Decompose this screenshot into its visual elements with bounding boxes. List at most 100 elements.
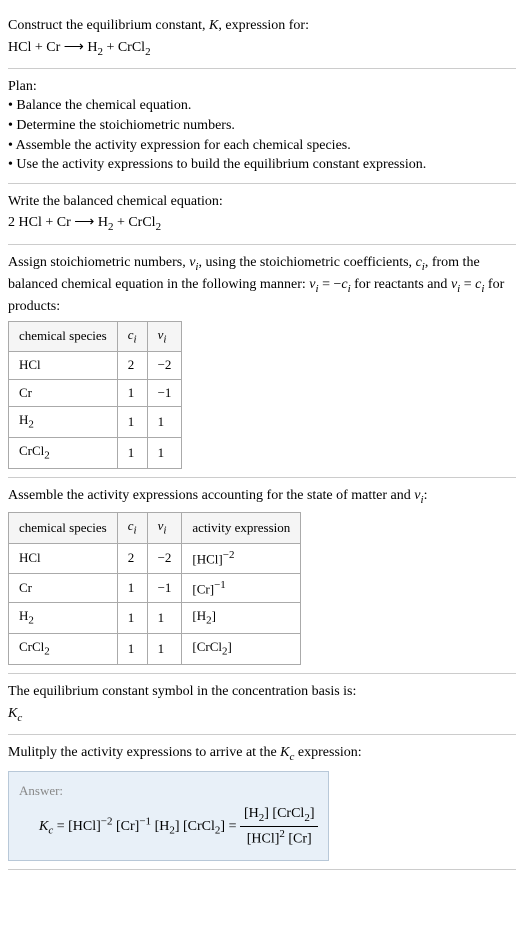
activity-table: chemical species ci νi activity expressi… <box>8 512 301 665</box>
act-base: [HCl] <box>192 551 222 566</box>
table-row: Cr 1 −1 [Cr]−1 <box>9 573 301 603</box>
th-ci: ci <box>117 321 147 352</box>
symbol-text: The equilibrium constant symbol in the c… <box>8 682 516 702</box>
ans-sup1: −2 <box>101 815 113 827</box>
multiply-text: Mulitply the activity expressions to arr… <box>8 743 516 765</box>
colon: : <box>424 488 428 503</box>
stoich-text: Assign stoichiometric numbers, νi, using… <box>8 253 516 317</box>
answer-box: Answer: Kc = [HCl]−2 [Cr]−1 [H2] [CrCl2]… <box>8 771 329 861</box>
table-row: CrCl2 1 1 <box>9 437 182 468</box>
intro-text-b: , expression for: <box>218 18 309 33</box>
stoich-t4: for reactants and <box>351 277 451 292</box>
cell-species: Cr <box>9 573 118 603</box>
answer-equation: Kc = [HCl]−2 [Cr]−1 [H2] [CrCl2] = [H2] … <box>19 804 318 849</box>
eq-h2: H <box>87 40 97 55</box>
cell-species: HCl <box>9 352 118 379</box>
eq-lhs: HCl + Cr <box>8 40 60 55</box>
th-nui: νi <box>147 321 182 352</box>
arrow-icon: ⟶ <box>74 215 94 230</box>
th-ci: ci <box>117 513 147 544</box>
act-t1: Assemble the activity expressions accoun… <box>8 488 414 503</box>
act-sup: −1 <box>214 579 226 591</box>
num-a: [H <box>244 806 259 821</box>
k-letter: K <box>280 745 289 760</box>
species-sub: 2 <box>44 449 50 461</box>
act-sup: −2 <box>223 549 235 561</box>
intro-text: Construct the equilibrium constant, <box>8 18 209 33</box>
plan-bullet-3: • Assemble the activity expression for e… <box>8 136 516 156</box>
stoich-table: chemical species ci νi HCl 2 −2 Cr 1 −1 … <box>8 321 182 469</box>
num-c: ] <box>310 806 315 821</box>
activity-text: Assemble the activity expressions accoun… <box>8 486 516 508</box>
k-letter: K <box>8 706 17 721</box>
cell-species: Cr <box>9 379 118 406</box>
cell-species: HCl <box>9 544 118 574</box>
cell-activity: [CrCl2] <box>182 634 301 665</box>
stoich-section: Assign stoichiometric numbers, νi , using… <box>8 245 516 478</box>
species-text: CrCl <box>19 443 44 458</box>
stoich-eq: = − <box>319 277 342 292</box>
mult-t2: expression: <box>294 745 361 760</box>
table-header-row: chemical species ci νi <box>9 321 182 352</box>
plan-section: Plan: • Balance the chemical equation. •… <box>8 69 516 184</box>
bal-crcl2-sub: 2 <box>156 221 162 233</box>
table-row: CrCl2 1 1 [CrCl2] <box>9 634 301 665</box>
num-b: ] [CrCl <box>264 806 304 821</box>
kc-symbol: Kc <box>8 704 516 726</box>
stoich-t1: Assign stoichiometric numbers, <box>8 255 189 270</box>
species-text: CrCl <box>19 639 44 654</box>
eq-plus: + CrCl <box>103 40 145 55</box>
stoich-eq2: = <box>460 277 475 292</box>
ans-t2: [Cr] <box>113 819 140 834</box>
k-letter: K <box>39 819 48 834</box>
cell-species: CrCl2 <box>9 437 118 468</box>
cell-c: 1 <box>117 573 147 603</box>
balanced-header: Write the balanced chemical equation: <box>8 192 516 212</box>
cell-activity: [Cr]−1 <box>182 573 301 603</box>
intro-section: Construct the equilibrium constant, K, e… <box>8 8 516 69</box>
cell-nu: 1 <box>147 634 182 665</box>
th-nui: νi <box>147 513 182 544</box>
balanced-section: Write the balanced chemical equation: 2 … <box>8 184 516 245</box>
k-symbol: K <box>209 18 218 33</box>
denominator: [HCl]2 [Cr] <box>240 827 319 849</box>
ans-t3: [H <box>151 819 169 834</box>
th-activity: activity expression <box>182 513 301 544</box>
mult-t1: Mulitply the activity expressions to arr… <box>8 745 280 760</box>
cell-nu: −2 <box>147 352 182 379</box>
plan-bullet-1: • Balance the chemical equation. <box>8 96 516 116</box>
fraction: [H2] [CrCl2][HCl]2 [Cr] <box>240 804 319 849</box>
act-base: [CrCl <box>192 639 222 654</box>
cell-nu: 1 <box>147 406 182 437</box>
ans-t5: ] = <box>220 819 240 834</box>
answer-label: Answer: <box>19 782 318 800</box>
bal-plus: + CrCl <box>113 215 155 230</box>
den-b: [Cr] <box>285 832 312 847</box>
cell-nu: 1 <box>147 603 182 634</box>
cell-nu: −1 <box>147 573 182 603</box>
plan-bullet-2: • Determine the stoichiometric numbers. <box>8 116 516 136</box>
plan-header: Plan: <box>8 77 516 97</box>
cell-c: 1 <box>117 379 147 406</box>
species-sub: 2 <box>28 615 34 627</box>
cell-c: 1 <box>117 634 147 665</box>
act-base: [H <box>192 608 206 623</box>
ans-t4: ] [CrCl <box>175 819 215 834</box>
th-species: chemical species <box>9 321 118 352</box>
cell-species: H2 <box>9 406 118 437</box>
species-sub: 2 <box>28 418 34 430</box>
ans-t1: = [HCl] <box>53 819 101 834</box>
activity-section: Assemble the activity expressions accoun… <box>8 478 516 674</box>
table-row: H2 1 1 <box>9 406 182 437</box>
ans-sup2: −1 <box>139 815 151 827</box>
table-row: HCl 2 −2 [HCl]−2 <box>9 544 301 574</box>
species-text: H <box>19 412 28 427</box>
cell-activity: [HCl]−2 <box>182 544 301 574</box>
cell-c: 2 <box>117 352 147 379</box>
stoich-t2: , using the stoichiometric coefficients, <box>198 255 415 270</box>
i-sub: i <box>134 525 137 537</box>
bal-lhs: 2 HCl + Cr <box>8 215 71 230</box>
act-close: ] <box>212 608 216 623</box>
cell-species: CrCl2 <box>9 634 118 665</box>
unbalanced-equation: HCl + Cr ⟶ H2 + CrCl2 <box>8 38 516 60</box>
